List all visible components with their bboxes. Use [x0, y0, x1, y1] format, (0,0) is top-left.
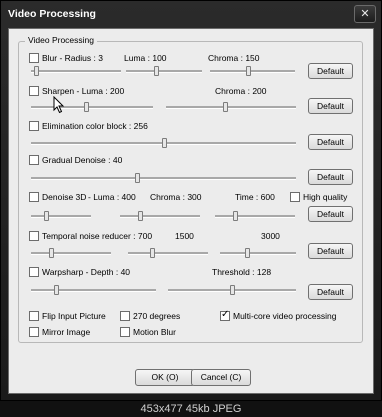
- cancel-button[interactable]: Cancel (C): [191, 369, 251, 386]
- 270-degrees-checkbox[interactable]: [120, 311, 130, 321]
- sharpen-default-button[interactable]: Default: [308, 98, 353, 114]
- denoise3d-luma-label: - Luma : 400: [88, 192, 136, 202]
- temporal-slider-b[interactable]: [128, 252, 208, 255]
- high-quality-label: High quality: [303, 192, 348, 202]
- temporal-slider-a[interactable]: [31, 252, 111, 255]
- multicore-label: Multi-core video processing: [233, 311, 337, 321]
- motion-blur-checkbox[interactable]: [120, 327, 130, 337]
- temporal-thumb-c[interactable]: [244, 248, 250, 258]
- temporal-right-label: 3000: [261, 231, 280, 241]
- 270-degrees-label: 270 degrees: [133, 311, 181, 321]
- warpsharp-checkbox[interactable]: [29, 267, 39, 277]
- gradual-denoise-default-button[interactable]: Default: [308, 169, 353, 185]
- blur-checkbox[interactable]: [29, 53, 39, 63]
- temporal-slider-c[interactable]: [220, 252, 296, 255]
- multicore-checkbox[interactable]: [220, 309, 230, 321]
- ok-button[interactable]: OK (O): [135, 369, 195, 386]
- denoise3d-chroma-label: Chroma : 300: [150, 192, 202, 202]
- denoise3d-luma-slider[interactable]: [31, 215, 91, 218]
- sharpen-checkbox[interactable]: [29, 86, 39, 96]
- blur-label: Blur - Radius : 3: [42, 53, 103, 63]
- title-bar[interactable]: Video Processing ✕: [1, 1, 381, 28]
- mirror-image-label: Mirror Image: [42, 327, 91, 337]
- blur-radius-thumb[interactable]: [33, 66, 39, 76]
- gradual-denoise-slider[interactable]: [31, 177, 296, 180]
- sharpen-chroma-thumb[interactable]: [222, 102, 228, 112]
- elimination-default-button[interactable]: Default: [308, 134, 353, 150]
- flip-input-checkbox[interactable]: [29, 311, 39, 321]
- sharpen-chroma-slider[interactable]: [166, 106, 296, 109]
- temporal-thumb-a[interactable]: [49, 248, 54, 258]
- high-quality-checkbox[interactable]: [290, 192, 300, 202]
- blur-chroma-thumb[interactable]: [246, 66, 252, 76]
- denoise3d-time-label: Time : 600: [235, 192, 275, 202]
- denoise3d-time-thumb[interactable]: [233, 211, 238, 221]
- mouse-pointer-icon: [53, 96, 65, 114]
- elimination-thumb[interactable]: [161, 138, 167, 148]
- denoise3d-chroma-slider[interactable]: [120, 215, 200, 218]
- gradual-denoise-label: Gradual Denoise : 40: [42, 155, 123, 165]
- temporal-thumb-b[interactable]: [150, 248, 155, 258]
- denoise3d-luma-thumb[interactable]: [44, 211, 49, 221]
- blur-luma-slider[interactable]: [126, 70, 202, 73]
- temporal-mid-label: 1500: [175, 231, 194, 241]
- elimination-checkbox[interactable]: [29, 121, 39, 131]
- sharpen-label: Sharpen - Luma : 200: [42, 86, 125, 96]
- gradual-denoise-checkbox[interactable]: [29, 155, 39, 165]
- blur-chroma-label: Chroma : 150: [208, 53, 260, 63]
- window-title: Video Processing: [8, 8, 96, 20]
- denoise3d-time-slider[interactable]: [215, 215, 295, 218]
- blur-default-button[interactable]: Default: [308, 63, 353, 79]
- blur-radius-slider[interactable]: [31, 70, 121, 73]
- close-icon: ✕: [360, 8, 370, 20]
- denoise3d-label: Denoise 3D: [42, 192, 87, 202]
- group-title: Video Processing: [25, 35, 97, 45]
- blur-luma-label: Luma : 100: [124, 53, 167, 63]
- sharpen-chroma-label: Chroma : 200: [215, 86, 267, 96]
- image-caption: 453x477 45kb JPEG: [0, 401, 382, 417]
- denoise3d-default-button[interactable]: Default: [308, 206, 353, 222]
- motion-blur-label: Motion Blur: [133, 327, 176, 337]
- temporal-label: Temporal noise reducer : 700: [42, 231, 153, 241]
- warpsharp-threshold-thumb[interactable]: [230, 285, 235, 295]
- sharpen-luma-thumb[interactable]: [83, 102, 89, 112]
- flip-input-label: Flip Input Picture: [42, 311, 106, 321]
- blur-chroma-slider[interactable]: [210, 70, 295, 73]
- warpsharp-default-button[interactable]: Default: [308, 284, 353, 300]
- warpsharp-label: Warpsharp - Depth : 40: [42, 267, 131, 277]
- gradual-denoise-thumb[interactable]: [135, 173, 140, 183]
- denoise3d-checkbox[interactable]: [29, 192, 39, 202]
- warpsharp-depth-slider[interactable]: [31, 289, 156, 292]
- mirror-image-checkbox[interactable]: [29, 327, 39, 337]
- close-button[interactable]: ✕: [354, 5, 376, 23]
- warpsharp-threshold-label: Threshold : 128: [212, 267, 272, 277]
- temporal-checkbox[interactable]: [29, 231, 39, 241]
- warpsharp-depth-thumb[interactable]: [54, 285, 59, 295]
- temporal-default-button[interactable]: Default: [308, 243, 353, 259]
- elimination-label: Elimination color block : 256: [42, 121, 148, 131]
- sharpen-luma-slider[interactable]: [31, 106, 153, 109]
- denoise3d-chroma-thumb[interactable]: [138, 211, 143, 221]
- blur-luma-thumb[interactable]: [154, 66, 160, 76]
